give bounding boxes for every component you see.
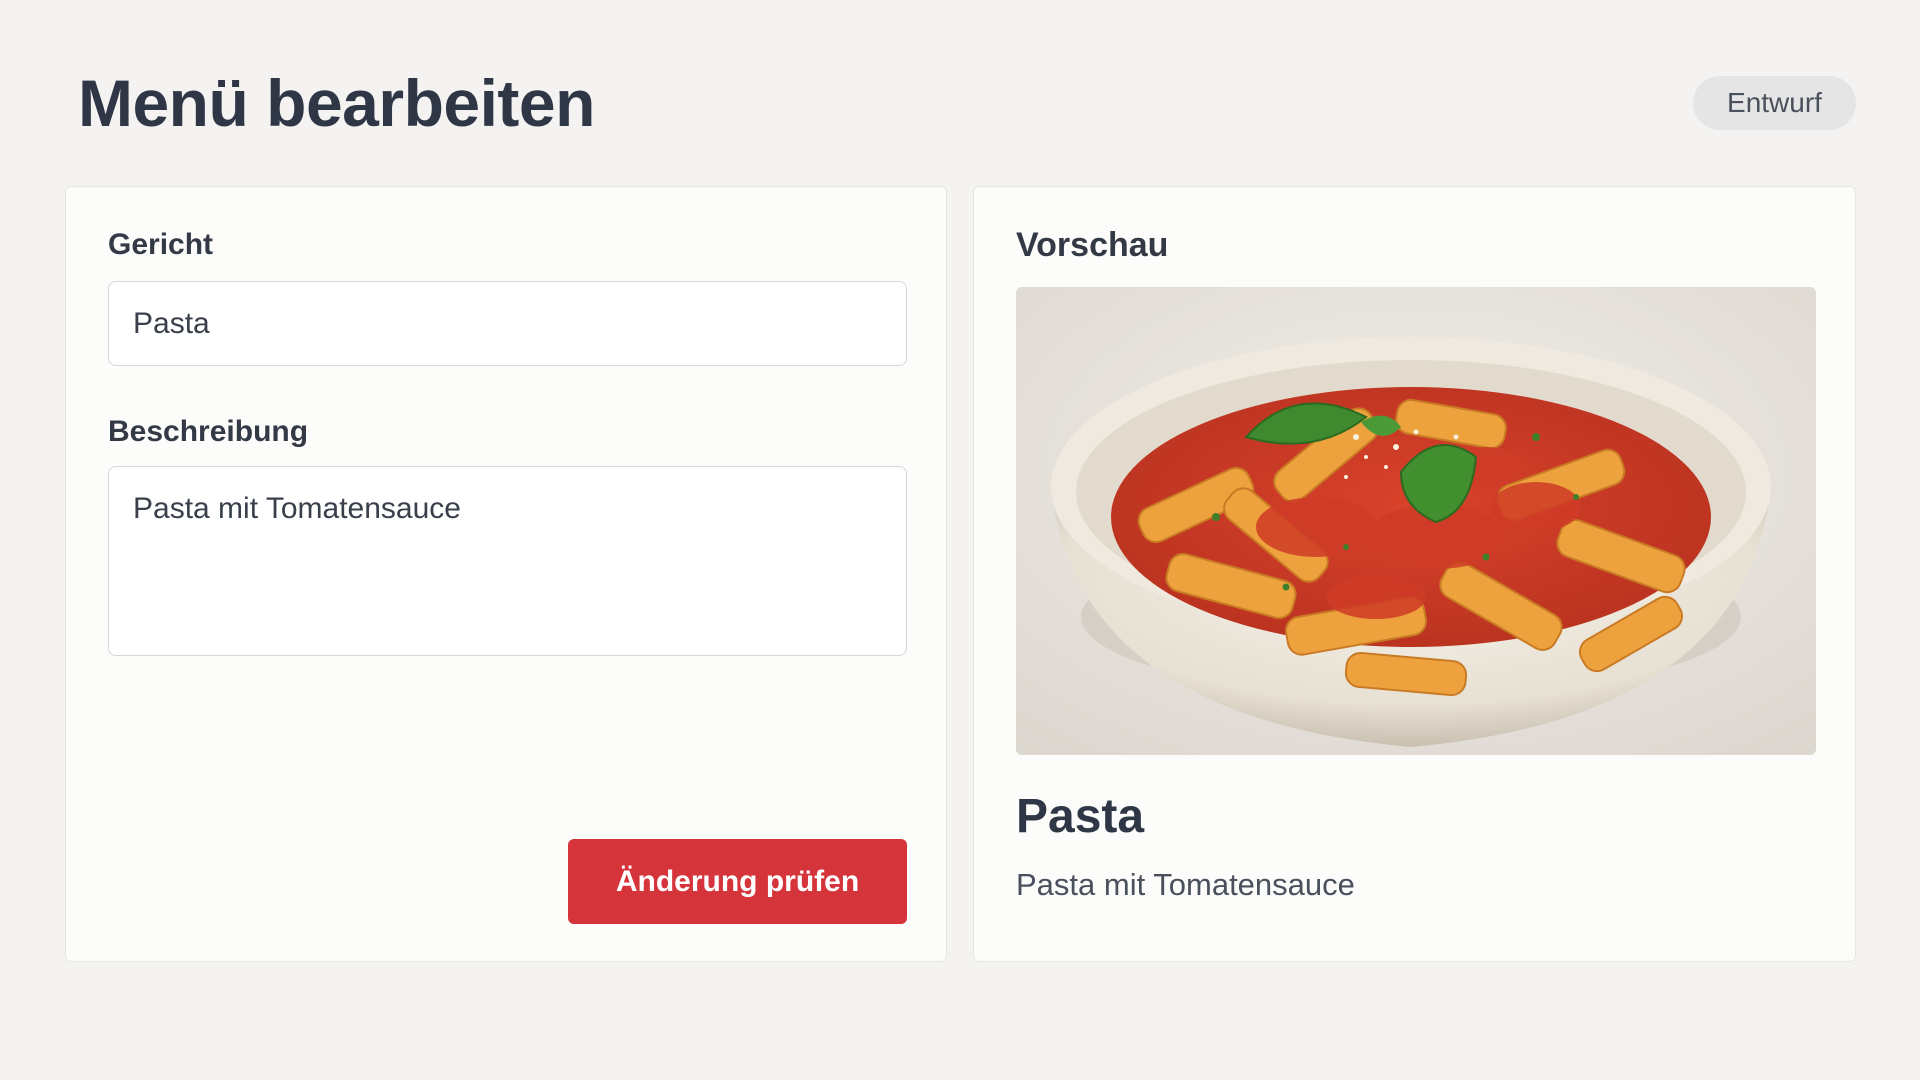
review-change-button[interactable]: Änderung prüfen xyxy=(568,839,907,924)
edit-form-card: Gericht Beschreibung Pasta mit Tomatensa… xyxy=(65,186,947,962)
description-textarea[interactable]: Pasta mit Tomatensauce xyxy=(108,466,907,656)
dish-label: Gericht xyxy=(108,228,214,261)
dish-input[interactable] xyxy=(108,281,907,366)
preview-dish-description: Pasta mit Tomatensauce xyxy=(1016,867,1355,902)
preview-card: Vorschau Pasta Pasta mit Tomatensauce xyxy=(973,186,1856,962)
pasta-dish-image xyxy=(1016,287,1816,755)
page-title: Menü bearbeiten xyxy=(78,66,595,140)
preview-dish-title: Pasta xyxy=(1016,790,1145,843)
status-badge: Entwurf xyxy=(1693,76,1856,130)
description-label: Beschreibung xyxy=(108,415,309,448)
preview-heading: Vorschau xyxy=(1016,226,1169,264)
